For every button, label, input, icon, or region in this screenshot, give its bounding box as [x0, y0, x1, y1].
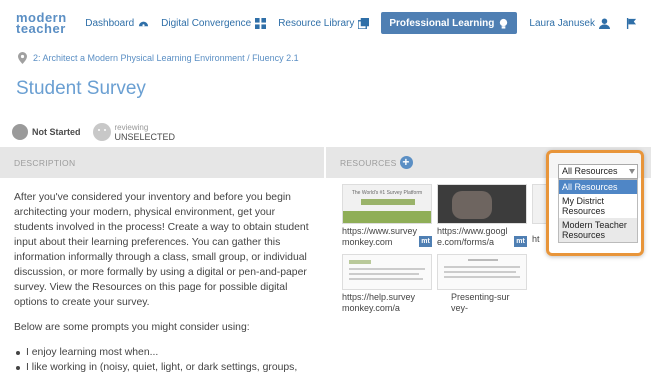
- flag-icon: [626, 17, 637, 29]
- nav-dashboard[interactable]: Dashboard: [85, 18, 149, 29]
- dashboard-icon: [139, 21, 149, 26]
- list-item: I enjoy learning most when...: [14, 345, 314, 360]
- lightbulb-icon: [500, 18, 508, 29]
- nav-user[interactable]: Laura Janusek: [529, 18, 610, 29]
- nav-resource-library-label: Resource Library: [278, 17, 355, 29]
- resource-link: Presenting-survey-: [451, 292, 510, 313]
- description-paragraph: Below are some prompts you might conside…: [14, 322, 250, 333]
- description-paragraph: After you've considered your inventory a…: [14, 192, 309, 308]
- nav-resource-library[interactable]: Resource Library: [278, 17, 370, 29]
- nav-professional-learning[interactable]: Professional Learning: [381, 12, 518, 34]
- resource-thumbnail: [437, 254, 527, 290]
- reviewing-label: reviewing: [114, 122, 149, 132]
- resources-header-label: RESOURCES: [340, 157, 397, 168]
- top-nav: Dashboard Digital Convergence Resource L…: [73, 12, 637, 34]
- description-header-label: DESCRIPTION: [14, 157, 76, 168]
- breadcrumb[interactable]: 2: Architect a Modern Physical Learning …: [18, 52, 299, 64]
- resource-thumbnail: The World's #1 Survey Platform: [342, 184, 432, 224]
- filter-option-all[interactable]: All Resources: [559, 180, 637, 194]
- user-icon: [599, 17, 610, 29]
- resource-filter-select[interactable]: All Resources: [558, 164, 638, 179]
- logo-line-2: teacher: [16, 21, 66, 36]
- reviewing-value: UNSELECTED: [114, 131, 176, 142]
- prompt-list: I enjoy learning most when... I like wor…: [14, 345, 314, 375]
- add-resource-icon[interactable]: +: [399, 156, 413, 169]
- resource-filter-options: All Resources My District Resources Mode…: [558, 179, 638, 243]
- mt-badge: mt: [419, 236, 432, 247]
- filter-option-district[interactable]: My District Resources: [559, 194, 637, 218]
- status-label: Not Started: [32, 127, 81, 137]
- nav-digital-convergence[interactable]: Digital Convergence: [161, 17, 267, 29]
- resource-thumbnail: [342, 254, 432, 290]
- page-title: Student Survey: [16, 78, 146, 99]
- nav-flag[interactable]: [622, 17, 637, 29]
- resource-filter-value: All Resources: [562, 166, 618, 176]
- description-body: After you've considered your inventory a…: [14, 190, 314, 375]
- nav-professional-learning-label: Professional Learning: [389, 17, 495, 29]
- logo[interactable]: modern teacher: [16, 11, 76, 36]
- resource-card[interactable]: https://help.surveymonkey.com/a: [342, 254, 432, 314]
- resource-card[interactable]: Presenting-survey-: [437, 254, 527, 314]
- mt-badge: mt: [514, 236, 527, 247]
- breadcrumb-text: 2: Architect a Modern Physical Learning …: [33, 53, 299, 63]
- status-row: Not Started reviewing UNSELECTED: [12, 120, 175, 144]
- nav-user-label: Laura Janusek: [529, 17, 595, 29]
- nav-dashboard-label: Dashboard: [85, 17, 135, 29]
- nav-digital-convergence-label: Digital Convergence: [161, 17, 252, 29]
- resource-filter-highlight: All Resources All Resources My District …: [546, 150, 644, 256]
- resource-card[interactable]: https://www.google.com/forms/a mt: [437, 184, 527, 248]
- grid-icon: [255, 17, 267, 29]
- reviewing-info[interactable]: reviewing UNSELECTED: [115, 123, 176, 142]
- filter-option-modern-teacher[interactable]: Modern Teacher Resources: [559, 218, 637, 242]
- chevron-down-icon: [629, 169, 635, 174]
- list-item: I like working in (noisy, quiet, light, …: [14, 360, 314, 375]
- thumbnail-title: The World's #1 Survey Platform: [351, 190, 423, 196]
- resource-thumbnail: [437, 184, 527, 224]
- location-pin-icon: [18, 52, 27, 64]
- status-icon: [12, 124, 28, 140]
- reviewer-avatar-icon: [92, 123, 111, 141]
- library-icon: [358, 17, 370, 29]
- resource-link: https://help.surveymonkey.com/a: [342, 292, 416, 313]
- description-header: DESCRIPTION: [0, 147, 324, 178]
- resource-card[interactable]: The World's #1 Survey Platform https://w…: [342, 184, 432, 248]
